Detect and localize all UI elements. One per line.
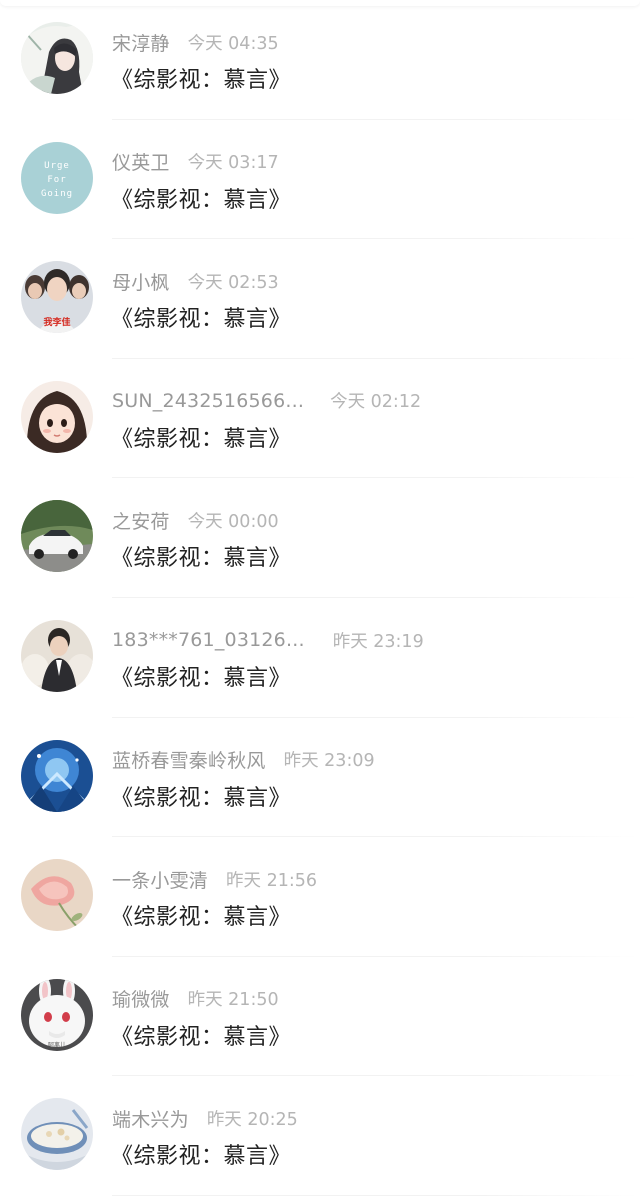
anime-girl-avatar-image: [21, 22, 93, 94]
urge-for-going-avatar-image: Urge For Going: [21, 141, 93, 214]
cartoon-girl-avatar-image: [21, 380, 93, 453]
white-rabbit-avatar-image: 阿离儿: [21, 978, 93, 1051]
user-avatar[interactable]: [21, 380, 93, 453]
comment-item[interactable]: 之安荷 今天 00:00 《综影视：慕言》: [0, 478, 640, 598]
comment-book-title[interactable]: 《综影视：慕言》: [111, 780, 291, 812]
boy-group-avatar-image: 我李佳: [21, 261, 93, 334]
user-avatar[interactable]: [21, 620, 93, 692]
user-name[interactable]: 瑜微微: [112, 985, 170, 1012]
user-avatar[interactable]: [21, 739, 93, 812]
user-avatar[interactable]: [21, 500, 93, 573]
comment-time: 今天 02:53: [187, 272, 279, 293]
user-avatar[interactable]: 我李佳: [21, 261, 93, 334]
user-avatar[interactable]: [21, 1098, 93, 1171]
comment-book-title[interactable]: 《综影视：慕言》: [111, 301, 291, 333]
user-avatar[interactable]: 阿离儿: [21, 978, 93, 1051]
svg-text:Urge: Urge: [44, 161, 70, 171]
comment-book-title[interactable]: 《综影视：慕言》: [111, 899, 291, 931]
user-avatar[interactable]: [21, 859, 93, 932]
comment-item[interactable]: Urge For Going 仪英卫 今天 03:17 《综影视：慕言》: [0, 120, 640, 240]
comment-time: 昨天 23:19: [332, 631, 424, 652]
comment-book-title[interactable]: 《综影视：慕言》: [111, 1019, 291, 1051]
user-name[interactable]: 一条小雯清: [112, 866, 208, 893]
comment-item[interactable]: 宋淳静 今天 04:35 《综影视：慕言》: [0, 0, 640, 120]
comment-item[interactable]: 一条小雯清 昨天 21:56 《综影视：慕言》: [0, 837, 640, 957]
user-name[interactable]: 仪英卫: [112, 148, 170, 175]
comment-book-title[interactable]: 《综影视：慕言》: [111, 182, 291, 214]
svg-text:阿离儿: 阿离儿: [48, 1041, 66, 1049]
comment-time: 昨天 23:09: [283, 751, 375, 772]
white-car-avatar-image: [21, 500, 93, 573]
user-name[interactable]: 端木兴为: [112, 1105, 189, 1132]
comment-book-title[interactable]: 《综影视：慕言》: [111, 62, 291, 94]
user-name[interactable]: SUN_2432516566...: [112, 390, 304, 412]
comment-item[interactable]: SUN_2432516566... 今天 02:12 《综影视：慕言》: [0, 359, 640, 479]
user-avatar[interactable]: Urge For Going: [21, 141, 93, 214]
item-divider: [112, 1194, 640, 1196]
blue-fantasy-avatar-image: [21, 739, 93, 812]
user-name[interactable]: 蓝桥春雪秦岭秋风: [112, 746, 266, 773]
comment-book-title[interactable]: 《综影视：慕言》: [111, 1138, 291, 1170]
food-bowl-avatar-image: [21, 1098, 93, 1171]
comment-time: 今天 04:35: [187, 33, 279, 54]
user-name[interactable]: 宋淳静: [112, 29, 170, 56]
svg-text:Going: Going: [41, 189, 73, 199]
flower-avatar-image: [21, 859, 93, 932]
comment-book-title[interactable]: 《综影视：慕言》: [111, 540, 291, 572]
comment-item[interactable]: 阿离儿 瑜微微 昨天 21:50 《综影视：慕言》: [0, 957, 640, 1077]
user-name[interactable]: 之安荷: [112, 507, 170, 534]
user-avatar[interactable]: [21, 22, 93, 94]
comment-item[interactable]: 端木兴为 昨天 20:25 《综影视：慕言》: [0, 1076, 640, 1196]
man-portrait-avatar-image: [21, 620, 93, 692]
comment-time: 今天 02:12: [330, 392, 422, 413]
comment-book-title[interactable]: 《综影视：慕言》: [111, 421, 291, 453]
comment-book-title[interactable]: 《综影视：慕言》: [111, 660, 291, 692]
comment-item[interactable]: 183***761_03126... 昨天 23:19 《综影视：慕言》: [0, 598, 640, 718]
comment-time: 今天 03:17: [187, 153, 279, 174]
comment-time: 今天 00:00: [187, 511, 279, 532]
comment-item[interactable]: 我李佳 母小枫 今天 02:53 《综影视：慕言》: [0, 239, 640, 359]
comment-time: 昨天 21:50: [187, 990, 279, 1011]
svg-text:For: For: [47, 175, 66, 185]
svg-text:我李佳: 我李佳: [43, 316, 70, 328]
user-name[interactable]: 母小枫: [112, 268, 170, 295]
user-name[interactable]: 183***761_03126...: [112, 629, 305, 651]
comment-time: 昨天 20:25: [206, 1109, 298, 1130]
comment-item[interactable]: 蓝桥春雪秦岭秋风 昨天 23:09 《综影视：慕言》: [0, 718, 640, 838]
comment-time: 昨天 21:56: [226, 870, 318, 891]
